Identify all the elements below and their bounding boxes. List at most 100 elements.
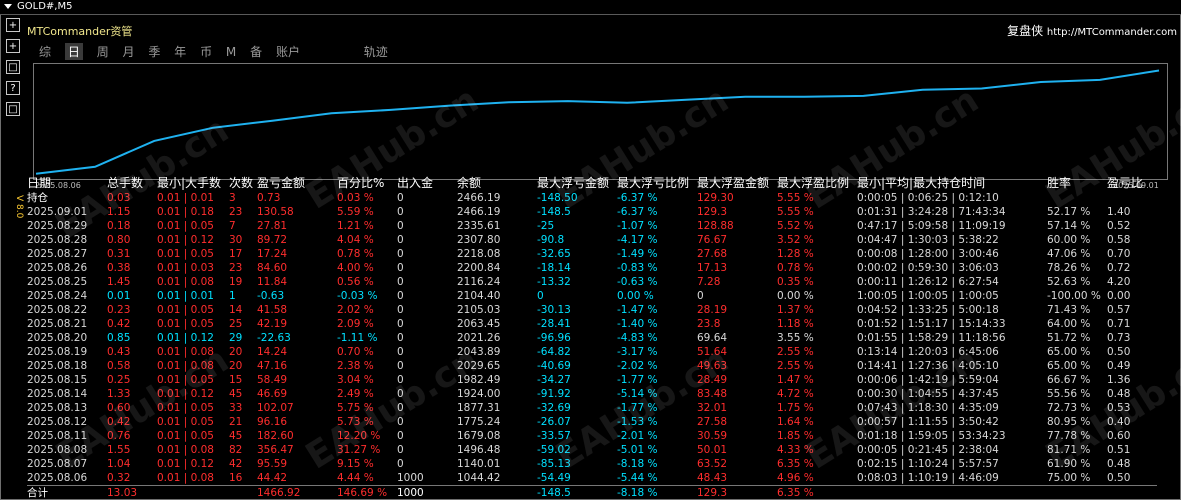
window-menu-triangle-icon[interactable] <box>4 4 12 9</box>
table-cell: 102.07 <box>257 402 294 414</box>
tab-magic[interactable]: M <box>226 45 236 59</box>
table-cell: 65.00 % <box>1047 346 1091 358</box>
table-cell: -59.02 <box>537 444 571 456</box>
tab-note[interactable]: 备 <box>250 43 262 60</box>
tab-day[interactable]: 日 <box>64 43 83 60</box>
table-cell: 0.70 <box>1107 248 1131 260</box>
window-button-2[interactable]: □ <box>6 102 20 116</box>
table-cell: 0:00:08 | 1:28:00 | 3:00:46 <box>857 248 999 260</box>
brand-url-link[interactable]: http://MTCommander.com <box>1047 27 1177 38</box>
table-cell: 46.69 <box>257 388 288 400</box>
table-cell: 0:07:43 | 1:18:30 | 4:35:09 <box>857 402 999 414</box>
table-cell: 0.40 <box>1107 416 1131 428</box>
table-cell: 23 <box>229 262 243 274</box>
table-cell: 130.58 <box>257 206 294 218</box>
tab-track[interactable]: 轨迹 <box>364 43 388 60</box>
table-cell: 2200.84 <box>457 262 501 274</box>
table-cell: 0.48 <box>1107 388 1131 400</box>
table-cell: 6.35 % <box>777 485 857 500</box>
table-cell: 21 <box>229 416 243 428</box>
window-button[interactable]: □ <box>6 60 20 74</box>
chart-window-titlebar[interactable]: GOLD#,M5 <box>0 0 1181 15</box>
table-cell: 0 <box>397 416 404 428</box>
table-cell: 77.78 % <box>1047 430 1091 442</box>
table-cell: 50.01 <box>697 444 728 456</box>
table-cell: 2466.19 <box>457 192 501 204</box>
tab-year[interactable]: 年 <box>174 43 186 60</box>
table-cell: 0 <box>397 234 404 246</box>
table-cell: 0.80 <box>107 234 131 246</box>
table-cell: 96.16 <box>257 416 288 428</box>
table-cell: 5.55 % <box>777 206 814 218</box>
tab-account[interactable]: 账户 <box>276 43 300 60</box>
table-cell: 最大浮亏金额 <box>537 176 610 190</box>
table-cell: 0.01 | 0.05 <box>157 318 214 330</box>
table-cell: 0 <box>397 318 404 330</box>
table-cell: -0.83 % <box>617 262 658 274</box>
table-cell: 0:08:03 | 1:10:19 | 4:46:09 <box>857 472 999 484</box>
table-cell: 128.88 <box>697 220 734 232</box>
table-cell: 2025.08.28 <box>27 234 88 246</box>
table-cell: 0 <box>397 220 404 232</box>
table-cell: 82 <box>229 444 243 456</box>
table-cell: 0 <box>397 192 404 204</box>
table-row: 2025.08.11 0.76 0.01 | 0.05 45 182.60 12.20 %… <box>27 429 1157 443</box>
table-cell: 14 <box>229 304 243 316</box>
table-cell: 0.48 <box>1107 458 1131 470</box>
table-cell: 0.85 <box>107 332 131 344</box>
table-cell: 0.50 <box>1107 472 1131 484</box>
table-cell: 16 <box>229 472 243 484</box>
table-cell: 0.72 <box>1107 262 1131 274</box>
table-cell: 129.3 <box>697 485 777 500</box>
tab-quarter[interactable]: 季 <box>148 43 160 60</box>
tab-month[interactable]: 月 <box>123 43 135 60</box>
add-button[interactable]: + <box>6 39 20 53</box>
table-cell: 日期 <box>27 176 52 190</box>
help-button[interactable]: ? <box>6 81 20 95</box>
tab-overview[interactable]: 综 <box>39 43 51 60</box>
table-cell: 合计 <box>27 485 107 500</box>
table-cell: 20 <box>229 346 243 358</box>
table-cell: 0 <box>537 290 544 302</box>
table-cell: 5.73 % <box>337 416 374 428</box>
table-cell: 4.20 <box>1107 276 1131 288</box>
table-cell: 0.00 % <box>617 290 654 302</box>
table-cell: 0:00:05 | 0:21:45 | 2:38:04 <box>857 444 999 456</box>
table-cell: 0:00:05 | 0:06:25 | 0:12:10 <box>857 192 999 204</box>
table-cell: 2025.08.19 <box>27 346 88 358</box>
table-cell: -4.83 % <box>617 332 658 344</box>
table-cell: 2025.08.11 <box>27 430 88 442</box>
table-cell: 75.00 % <box>1047 472 1091 484</box>
table-cell: 0:02:15 | 1:10:24 | 5:57:57 <box>857 458 999 470</box>
table-cell <box>1107 485 1157 500</box>
table-cell: 1140.01 <box>457 458 501 470</box>
table-cell: 47.16 <box>257 360 288 372</box>
table-cell: -26.07 <box>537 416 571 428</box>
table-cell: -1.07 % <box>617 220 658 232</box>
table-cell: 0.01 | 0.08 <box>157 360 214 372</box>
table-cell: -6.37 % <box>617 192 658 204</box>
table-cell: 2025.09.01 <box>27 206 88 218</box>
tab-currency[interactable]: 币 <box>200 43 212 60</box>
table-cell: 0:13:14 | 1:20:03 | 6:45:06 <box>857 346 999 358</box>
table-cell: -1.49 % <box>617 248 658 260</box>
table-cell: 23.8 <box>697 318 721 330</box>
tab-week[interactable]: 周 <box>97 43 109 60</box>
table-cell: 2025.08.06 <box>27 472 88 484</box>
table-cell: 6.35 % <box>777 458 814 470</box>
table-cell <box>1047 191 1107 205</box>
table-cell: 持仓 <box>27 192 48 204</box>
table-cell: 1.33 <box>107 388 131 400</box>
table-cell: 0:04:47 | 1:30:03 | 5:38:22 <box>857 234 999 246</box>
table-cell: 2.38 % <box>337 360 374 372</box>
table-cell: 0.58 <box>1107 234 1131 246</box>
minimize-button[interactable]: + <box>6 18 20 32</box>
table-cell: 0 <box>397 374 404 386</box>
table-cell: -54.49 <box>537 472 571 484</box>
table-cell: 42.19 <box>257 318 288 330</box>
table-cell: 32.01 <box>697 402 728 414</box>
table-cell: 0 <box>397 360 404 372</box>
table-cell <box>457 485 537 500</box>
table-cell: 0.01 | 0.01 <box>157 192 214 204</box>
table-cell: 0 <box>697 290 704 302</box>
